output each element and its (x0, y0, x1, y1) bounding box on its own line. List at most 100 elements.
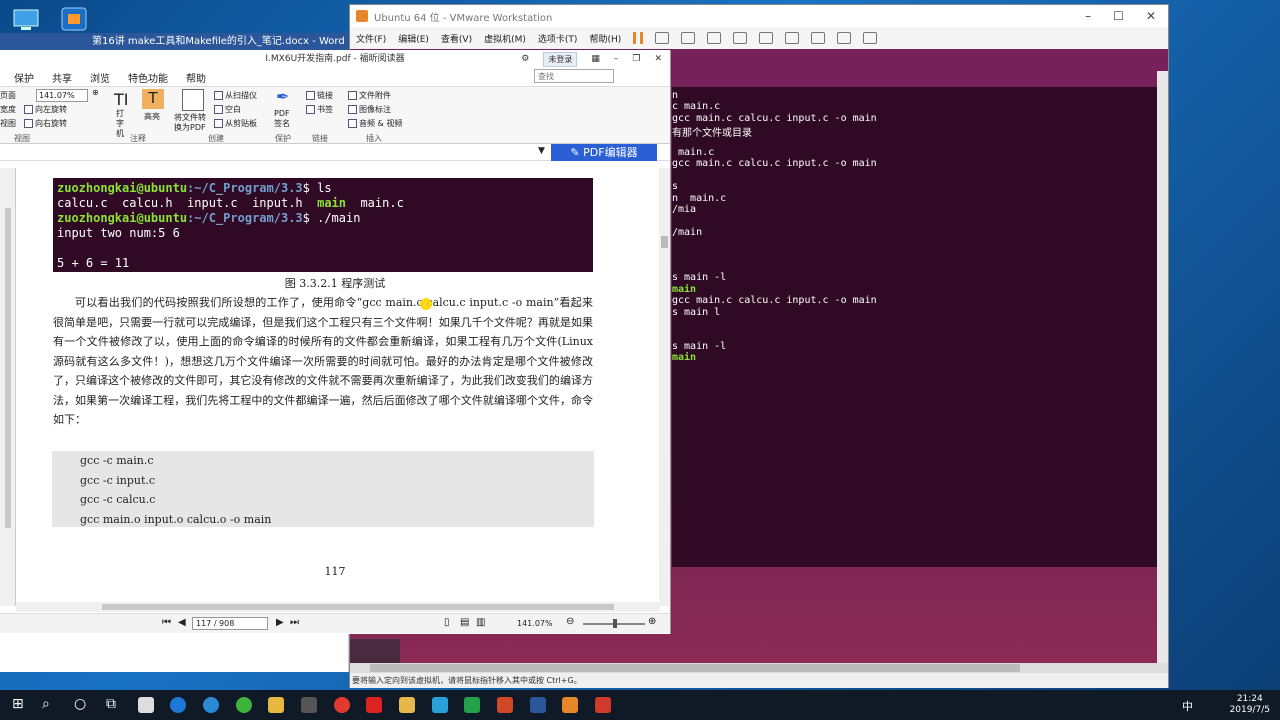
folder-icon[interactable] (268, 697, 284, 713)
powerpoint-icon[interactable] (497, 697, 513, 713)
pdf-sign-button[interactable]: PDF签名 (274, 109, 294, 129)
foxit-reader-window[interactable]: I.MX6U开发指南.pdf - 福昕阅读器 ⚙ 未登录 ▦ – ❐ ✕ 保护 … (0, 50, 671, 634)
clock[interactable]: 21:24 2019/7/5 (1230, 694, 1270, 716)
tab-protect[interactable]: 保护 (14, 70, 34, 85)
manage-snapshot-icon[interactable] (707, 32, 722, 44)
pdf-document-area[interactable]: zuozhongkai@ubuntu:~/C_Program/3.3$ ls ca… (0, 168, 670, 606)
start-icon[interactable]: ⊞ (12, 696, 24, 712)
menu-vm[interactable]: 虚拟机(M) (484, 32, 526, 45)
close-icon[interactable]: ✕ (654, 50, 662, 68)
vertical-scrollbar[interactable] (659, 168, 670, 606)
zoom-in-icon[interactable]: ⊕ (648, 616, 656, 627)
zoom-in-icon[interactable]: ⊕ (92, 88, 99, 97)
menu-file[interactable]: 文件(F) (356, 32, 386, 45)
login-button[interactable]: 未登录 (543, 51, 578, 67)
horizontal-scrollbar[interactable] (16, 602, 660, 612)
console-icon[interactable] (837, 32, 852, 44)
foxit-task-icon[interactable] (595, 697, 611, 713)
code-line: gcc -c main.c (80, 454, 154, 467)
sidebar-icon[interactable] (733, 32, 748, 44)
link-button[interactable]: 链接 (306, 90, 333, 101)
vmware-horizontal-scrollbar[interactable] (350, 663, 1168, 673)
explorer-icon[interactable] (399, 697, 415, 713)
continuous-page-icon[interactable]: ▤ (460, 617, 469, 628)
menu-view[interactable]: 查看(V) (441, 32, 472, 45)
skin-icon[interactable]: ⚙ (521, 50, 529, 68)
unity-icon[interactable] (811, 32, 826, 44)
edge-icon[interactable] (170, 697, 186, 713)
next-page-icon[interactable]: ▶ (276, 617, 284, 628)
browser-icon[interactable] (203, 697, 219, 713)
close-icon[interactable]: ✕ (1146, 9, 1156, 23)
menu-edit[interactable]: 编辑(E) (398, 32, 429, 45)
rotate-right-button[interactable]: 向右旋转 (24, 118, 67, 129)
prev-page-icon[interactable]: ◀ (178, 617, 186, 628)
restore-icon[interactable]: ❐ (632, 50, 640, 68)
last-page-icon[interactable]: ⏭ (290, 617, 299, 628)
zoom-out-icon[interactable]: ⊖ (566, 616, 574, 627)
from-clipboard-button[interactable]: 从剪贴板 (214, 118, 257, 129)
search-input[interactable] (534, 69, 614, 83)
pause-icon[interactable] (633, 32, 644, 44)
vmware-task-icon[interactable] (562, 697, 578, 713)
stretch-icon[interactable] (863, 32, 878, 44)
green-app-icon[interactable] (236, 697, 252, 713)
terminal-window[interactable]: nc main.c gcc main.c calcu.c input.c -o m… (672, 87, 1158, 567)
tab-browse[interactable]: 浏览 (90, 70, 110, 85)
word-icon[interactable] (530, 697, 546, 713)
pdf-editor-button[interactable]: ✎ PDF编辑器 (551, 144, 657, 161)
thumbnail-icon[interactable] (759, 32, 774, 44)
foxit-title-bar[interactable]: I.MX6U开发指南.pdf - 福昕阅读器 ⚙ 未登录 ▦ – ❐ ✕ (0, 50, 670, 68)
page-field[interactable]: 117 / 908 (192, 617, 268, 630)
vmware-vertical-scrollbar[interactable] (1157, 71, 1168, 663)
netease-icon[interactable] (334, 697, 350, 713)
zoom-slider[interactable] (583, 619, 645, 628)
dropdown-arrow-icon[interactable]: ▼ (538, 146, 545, 156)
app-green2-icon[interactable] (464, 697, 480, 713)
red-app-icon[interactable] (366, 697, 382, 713)
menu-help[interactable]: 帮助(H) (589, 32, 621, 45)
file-attach-button[interactable]: 文件附件 (348, 90, 391, 101)
ime-indicator[interactable]: 中 (1182, 698, 1193, 714)
tab-features[interactable]: 特色功能 (128, 70, 168, 85)
typewriter-button[interactable]: 打字机 (116, 109, 126, 139)
first-page-icon[interactable]: ⏮ (162, 617, 171, 628)
revert-icon[interactable] (681, 32, 696, 44)
blank-button[interactable]: 空白 (214, 104, 241, 115)
terminal-app-icon[interactable] (301, 697, 317, 713)
ribbon-width[interactable]: 宽度 (0, 104, 16, 115)
app-blue-icon[interactable] (432, 697, 448, 713)
image-annot-button[interactable]: 图像标注 (348, 104, 391, 115)
camera-app-icon[interactable] (138, 697, 154, 713)
grid-icon[interactable]: ▦ (591, 50, 600, 68)
vmware-title-bar[interactable]: Ubuntu 64 位 - VMware Workstation – ☐ ✕ (350, 5, 1168, 27)
bookmark-button[interactable]: 书签 (306, 104, 333, 115)
audio-video-button[interactable]: 音频 & 视频 (348, 118, 402, 129)
zoom-field[interactable]: 141.07% (36, 89, 88, 102)
facing-page-icon[interactable]: ▥ (476, 617, 485, 628)
ribbon-page[interactable]: 页面 (0, 90, 16, 101)
minimize-icon[interactable]: – (614, 50, 619, 68)
single-page-icon[interactable]: ▯ (444, 617, 450, 628)
task-view-icon[interactable]: ○ (74, 696, 86, 712)
tab-help[interactable]: 帮助 (186, 70, 206, 85)
left-panel-scrollbar[interactable] (0, 168, 16, 606)
menu-tabs[interactable]: 选项卡(T) (538, 32, 578, 45)
from-scanner-button[interactable]: 从扫描仪 (214, 90, 257, 101)
search-icon[interactable]: ⌕ (42, 696, 50, 712)
word-title-bar[interactable]: 第16讲 make工具和Makefile的引入_笔记.docx - Word (0, 33, 350, 50)
multitask-icon[interactable]: ⧉ (106, 696, 116, 712)
snapshot-icon[interactable] (655, 32, 670, 44)
ribbon-view[interactable]: 视图 (0, 118, 16, 129)
minimize-icon[interactable]: – (1085, 9, 1091, 23)
convert-pdf-button[interactable]: 将文件转换为PDF (174, 113, 212, 133)
typewriter-icon: TI (114, 90, 129, 109)
fullscreen-icon[interactable] (785, 32, 800, 44)
background-window[interactable] (0, 634, 349, 672)
ubuntu-dock[interactable] (350, 639, 400, 663)
rotate-left-button[interactable]: 向左旋转 (24, 104, 67, 115)
highlight-button[interactable]: 高亮 (144, 111, 160, 122)
maximize-icon[interactable]: ☐ (1113, 9, 1124, 23)
group-view: 视图 (14, 134, 30, 143)
tab-share[interactable]: 共享 (52, 70, 72, 85)
